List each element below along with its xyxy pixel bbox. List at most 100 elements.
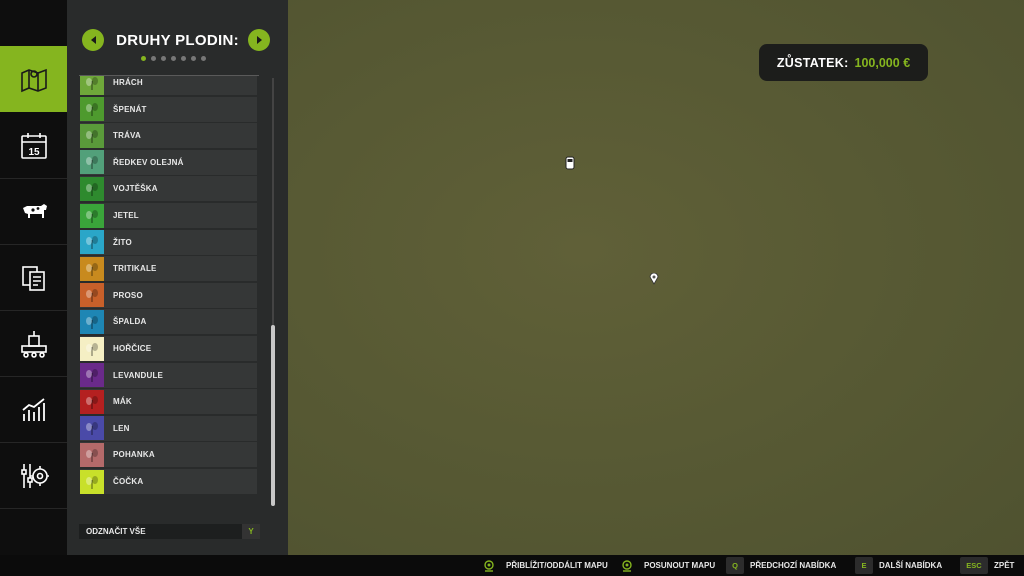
crop-icon [80, 123, 104, 148]
crop-icon [80, 336, 104, 361]
crop-list-item[interactable]: TRITIKALE [80, 256, 257, 282]
crop-icon [80, 469, 104, 494]
crop-label: VOJTĚŠKA [113, 184, 158, 194]
crop-list-item[interactable]: HOŘČICE [80, 336, 257, 361]
hint-key: E [855, 557, 873, 574]
next-page-button[interactable] [248, 29, 270, 51]
hint-label: PŘEDCHOZÍ NABÍDKA [750, 561, 837, 570]
page-dot[interactable] [191, 56, 196, 61]
hint-back[interactable]: ESC ZPĚT [960, 557, 1014, 574]
nav-settings[interactable] [0, 443, 67, 509]
deselect-all-label: ODZNAČIT VŠE [86, 527, 146, 536]
balance-display: ZŮSTATEK: 100,000 € [759, 44, 928, 81]
crop-label: ŽITO [113, 237, 132, 247]
crop-icon [80, 309, 104, 334]
crop-label: ŠPENÁT [113, 104, 147, 114]
crop-list-item[interactable]: JETEL [80, 203, 257, 228]
nav-calendar[interactable]: 15 [0, 113, 67, 179]
crop-icon [80, 416, 104, 441]
crop-list-item[interactable]: LEVANDULE [80, 362, 257, 388]
calendar-day: 15 [28, 147, 40, 158]
crop-label: MÁK [113, 397, 132, 407]
production-icon [20, 330, 47, 358]
crop-icon [80, 283, 104, 308]
balance-label: ZŮSTATEK: [776, 55, 849, 70]
hint-label: ZPĚT [994, 561, 1015, 570]
crop-list-item[interactable]: MÁK [80, 389, 257, 415]
nav-contracts[interactable] [0, 245, 67, 311]
balance-value: 100,000 € [854, 55, 911, 70]
nav-animals[interactable] [0, 179, 67, 245]
nav-map[interactable] [0, 46, 67, 112]
crop-label: LEN [113, 423, 130, 433]
page-dot[interactable] [151, 56, 156, 61]
nav-production[interactable] [0, 311, 67, 377]
contracts-icon [21, 265, 45, 291]
deselect-all-key: Y [242, 524, 260, 539]
crop-list-item[interactable]: ŽITO [80, 229, 257, 255]
crop-icon [80, 389, 104, 414]
crop-label: ŠPALDA [113, 317, 147, 327]
page-dot[interactable] [181, 56, 186, 61]
crop-icon [80, 230, 104, 255]
map-icon [20, 68, 47, 93]
crop-icon [80, 76, 104, 95]
crop-label: JETEL [113, 211, 139, 220]
map-view[interactable] [288, 0, 1024, 555]
crop-label: TRÁVA [113, 131, 141, 141]
page-indicator [141, 56, 206, 61]
settings-icon [20, 463, 49, 488]
vehicle-marker-icon[interactable] [565, 156, 575, 170]
crop-icon [80, 150, 104, 175]
crop-list[interactable]: HRÁCH ŠPENÁT TRÁVA ŘEDKEV OLEJNÁ VOJTĚŠKA JET… [80, 76, 257, 496]
crop-label: HOŘČICE [113, 344, 152, 353]
crop-list-item[interactable]: ŘEDKEV OLEJNÁ [80, 149, 257, 175]
hint-next-menu[interactable]: E DALŠÍ NABÍDKA [855, 557, 942, 574]
hint-key: ESC [960, 557, 988, 574]
panel-title: DRUHY PLODIN: [116, 32, 239, 49]
crop-list-item[interactable]: PROSO [80, 282, 257, 308]
hint-label: DALŠÍ NABÍDKA [879, 561, 943, 570]
nav-statistics[interactable] [0, 377, 67, 443]
deselect-all-button[interactable]: ODZNAČIT VŠE Y [79, 524, 260, 539]
hint-label: PŘIBLÍŽIT/ODDÁLIT MAPU [506, 561, 608, 570]
crop-types-panel: DRUHY PLODIN: HRÁCH ŠPENÁT TRÁVA ŘEDKEV OLE… [67, 0, 288, 555]
crop-list-item[interactable]: ČOČKA [80, 469, 257, 494]
location-pin-icon[interactable] [649, 273, 659, 285]
crop-label: TRITIKALE [113, 264, 157, 274]
hint-zoom-map[interactable]: PŘIBLÍŽIT/ODDÁLIT MAPU [478, 557, 608, 574]
hint-previous-menu[interactable]: Q PŘEDCHOZÍ NABÍDKA [726, 557, 836, 574]
crop-list-item[interactable]: LEN [80, 415, 257, 441]
chevron-right-icon [256, 36, 262, 44]
page-dot[interactable] [141, 56, 146, 61]
calendar-icon: 15 [20, 132, 47, 159]
crop-label: HRÁCH [113, 78, 143, 87]
crop-label: ŘEDKEV OLEJNÁ [113, 157, 184, 167]
cow-icon [22, 203, 47, 218]
hint-label: POSUNOUT MAPU [644, 561, 716, 570]
crop-list-item[interactable]: ŠPALDA [80, 309, 257, 335]
crop-list-item[interactable]: VOJTĚŠKA [80, 176, 257, 202]
page-dot[interactable] [201, 56, 206, 61]
hint-move-map[interactable]: POSUNOUT MAPU [616, 557, 715, 574]
page-dot[interactable] [161, 56, 166, 61]
crop-label: LEVANDULE [113, 370, 164, 380]
chevron-left-icon [90, 36, 96, 44]
crop-list-item[interactable]: TRÁVA [80, 123, 257, 149]
scrollbar-thumb[interactable] [271, 325, 275, 506]
crop-icon [80, 176, 104, 201]
crop-label: ČOČKA [113, 477, 144, 486]
crop-list-item[interactable]: ŠPENÁT [80, 96, 257, 122]
crop-label: POHANKA [113, 450, 155, 460]
page-dot[interactable] [171, 56, 176, 61]
joystick-icon [478, 557, 500, 574]
joystick-icon [616, 557, 638, 574]
main-menu-rail: 15 [0, 0, 67, 555]
crop-list-item[interactable]: POHANKA [80, 442, 257, 468]
crop-icon [80, 363, 104, 388]
hint-key: Q [726, 557, 744, 574]
statistics-icon [21, 397, 45, 421]
previous-page-button[interactable] [82, 29, 104, 51]
crop-label: PROSO [113, 290, 143, 300]
crop-list-item[interactable]: HRÁCH [80, 76, 257, 95]
